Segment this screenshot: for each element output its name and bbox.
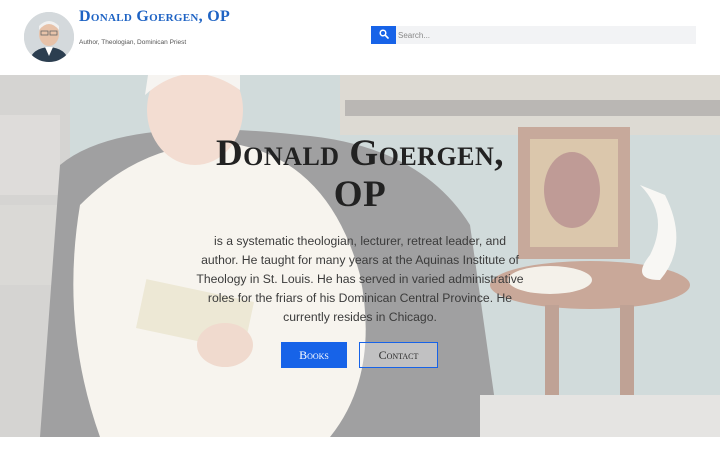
site-header: Donald Goergen, OP Author, Theologian, D… — [0, 0, 720, 75]
hero-section: Donald Goergen, OP is a systematic theol… — [0, 75, 720, 437]
search-button[interactable] — [371, 26, 396, 44]
hero-bio: is a systematic theologian, lecturer, re… — [196, 234, 524, 324]
books-button[interactable]: Books — [281, 342, 347, 368]
search-icon — [378, 26, 389, 44]
site-title[interactable]: Donald Goergen, OP — [79, 8, 230, 26]
avatar[interactable] — [24, 12, 74, 62]
site-tagline: Author, Theologian, Dominican Priest — [79, 39, 187, 46]
search-input[interactable] — [396, 26, 696, 44]
contact-button[interactable]: Contact — [359, 342, 438, 368]
search-bar — [371, 26, 696, 44]
hero-title: Donald Goergen, OP — [215, 133, 505, 215]
page-bottom — [0, 437, 720, 450]
